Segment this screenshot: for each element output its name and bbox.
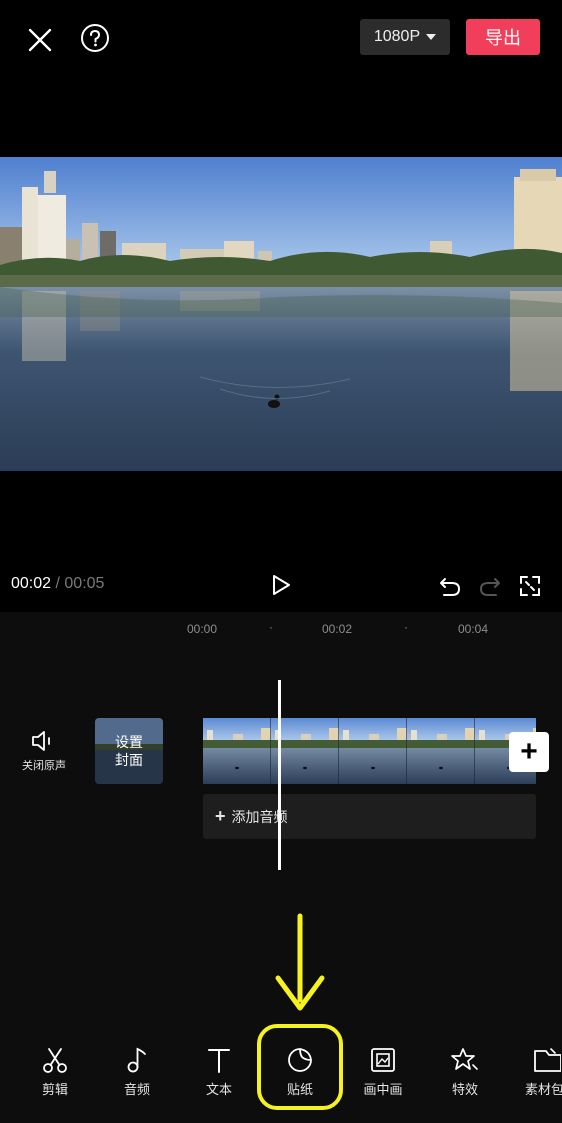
- redo-icon: [480, 578, 500, 596]
- toolbar-label: 特效: [451, 1082, 478, 1097]
- toolbar-item-material-pack[interactable]: 素材包: [517, 1045, 562, 1098]
- add-clip-button[interactable]: +: [509, 732, 549, 772]
- toolbar-label: 画中画: [363, 1082, 403, 1097]
- plus-icon: +: [520, 735, 538, 768]
- toolbar-label: 音频: [123, 1082, 150, 1097]
- undo-icon: [440, 578, 460, 596]
- ruler-dot: ·: [269, 620, 273, 634]
- undo-button[interactable]: [436, 572, 464, 600]
- scissors-icon: [43, 1048, 67, 1073]
- toolbar-label: 文本: [205, 1082, 232, 1097]
- ruler-mark: 00:02: [322, 622, 353, 636]
- fullscreen-button[interactable]: [516, 572, 544, 600]
- ruler-mark: 00:00: [187, 622, 218, 636]
- add-audio-button[interactable]: + 添加音频: [203, 794, 536, 839]
- close-icon: [28, 28, 52, 52]
- cover-label-line2: 封面: [115, 752, 143, 768]
- ruler-dot: ·: [404, 620, 408, 634]
- text-icon: [208, 1049, 230, 1073]
- toolbar-item-sticker[interactable]: 贴纸: [270, 1045, 330, 1098]
- help-icon: [81, 24, 109, 52]
- ruler-mark: 00:04: [458, 622, 489, 636]
- plus-icon: +: [215, 806, 226, 826]
- toolbar-item-edit[interactable]: 剪辑: [25, 1045, 85, 1098]
- effects-star-icon: [451, 1048, 478, 1070]
- speaker-icon: [32, 731, 50, 751]
- toolbar-label: 剪辑: [41, 1082, 68, 1097]
- total-time: 00:05: [64, 575, 105, 592]
- set-cover-button[interactable]: 设置 封面: [95, 718, 163, 784]
- play-icon: [273, 575, 290, 595]
- sticker-icon: [288, 1048, 312, 1072]
- toolbar-label: 贴纸: [286, 1082, 313, 1097]
- time-separator: /: [51, 575, 65, 592]
- playhead[interactable]: [278, 680, 281, 870]
- toolbar-label: 素材包: [525, 1082, 562, 1097]
- resolution-dropdown[interactable]: 1080P: [360, 19, 450, 55]
- toolbar-item-text[interactable]: 文本: [189, 1045, 249, 1098]
- cover-label-line1: 设置: [115, 734, 143, 750]
- material-pack-icon: [534, 1048, 561, 1072]
- music-note-icon: [127, 1047, 146, 1073]
- mute-original-label: 关闭原声: [22, 760, 66, 772]
- chevron-down-icon: [426, 34, 437, 40]
- toolbar-item-audio[interactable]: 音频: [107, 1045, 167, 1098]
- toolbar-item-pip[interactable]: 画中画: [353, 1045, 413, 1098]
- clip-frames: [203, 718, 536, 784]
- fullscreen-icon: [520, 576, 540, 596]
- video-clip-track[interactable]: [203, 718, 536, 784]
- redo-button[interactable]: [476, 572, 504, 600]
- arrow-down-icon: [275, 913, 325, 1011]
- video-preview[interactable]: [0, 157, 562, 471]
- help-button[interactable]: [78, 21, 112, 55]
- close-button[interactable]: [22, 22, 58, 58]
- mute-original-button[interactable]: [28, 728, 58, 754]
- picture-in-picture-icon: [371, 1048, 395, 1072]
- preview-image: [0, 157, 562, 471]
- resolution-label: 1080P: [373, 28, 421, 45]
- playback-time: 00:02 / 00:05: [11, 575, 104, 593]
- export-label: 导出: [485, 28, 521, 48]
- play-button[interactable]: [266, 570, 296, 600]
- toolbar-item-effects[interactable]: 特效: [435, 1045, 495, 1098]
- current-time: 00:02: [11, 575, 52, 592]
- export-button[interactable]: 导出: [466, 19, 540, 55]
